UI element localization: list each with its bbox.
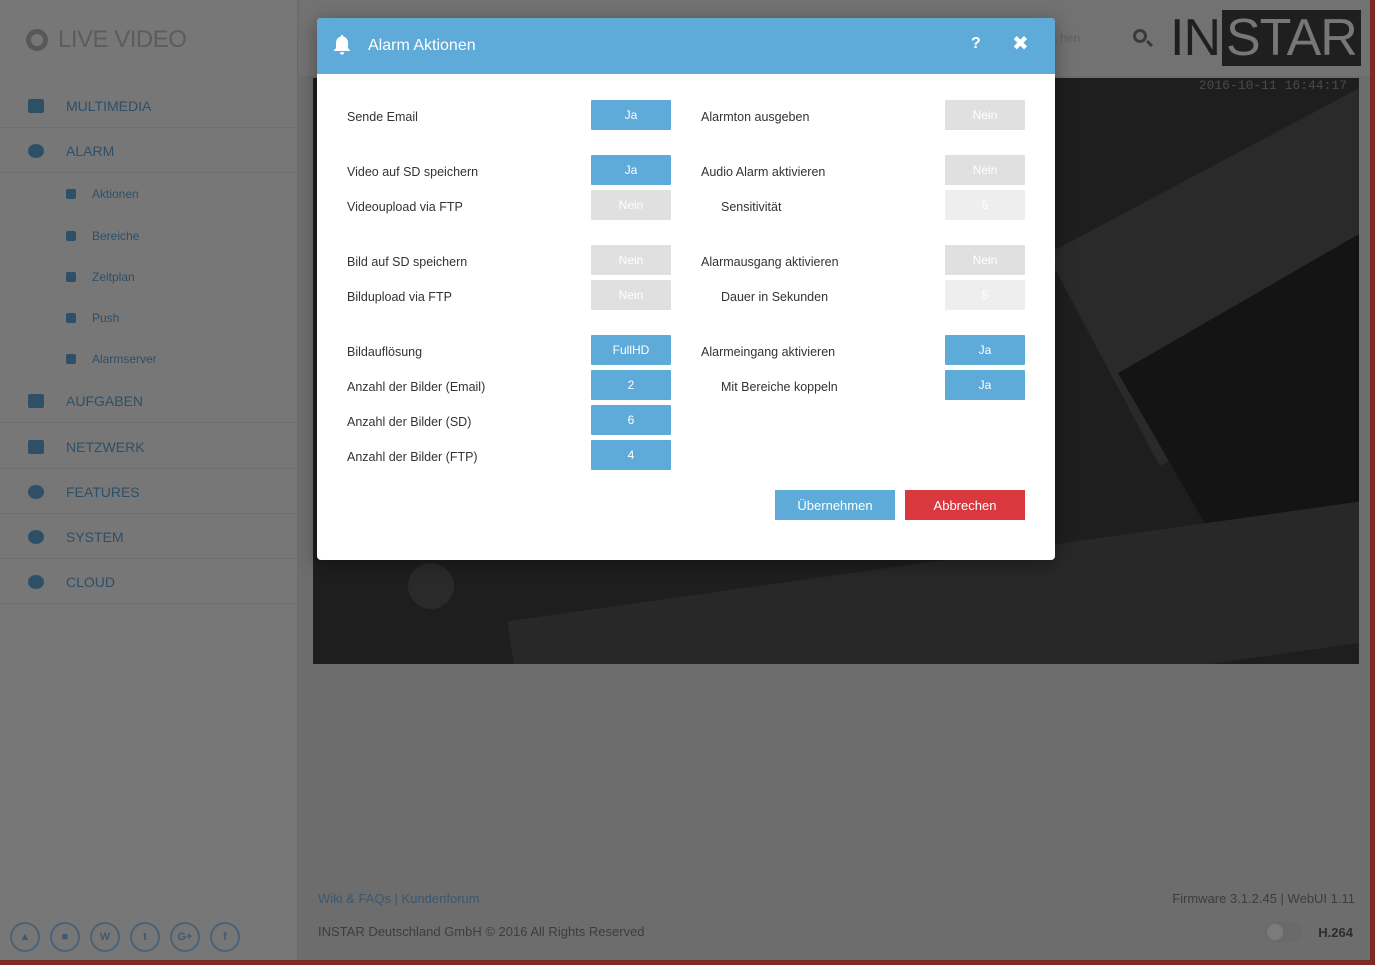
instar-logo: IN STAR <box>1170 10 1361 66</box>
sidebar-subitem-push[interactable]: Push <box>0 298 298 338</box>
codec-toggle[interactable] <box>1265 922 1303 942</box>
send-email-toggle[interactable]: Ja <box>591 100 671 130</box>
alarm-tone-label: Alarmton ausgeben <box>701 110 810 124</box>
sidebar-item-label: SYSTEM <box>66 528 124 545</box>
video-ftp-toggle[interactable]: Nein <box>591 190 671 220</box>
sidebar-subitem-aktionen[interactable]: Aktionen <box>0 174 298 214</box>
sidebar-subitem-bereiche[interactable]: Bereiche <box>0 216 298 256</box>
sidebar-subitem-label: Alarmserver <box>92 352 157 366</box>
logo-left: IN <box>1170 9 1221 67</box>
grid-icon <box>66 231 76 241</box>
bell-icon <box>333 35 351 55</box>
sidebar-item-cloud[interactable]: CLOUD <box>0 560 298 604</box>
help-icon[interactable]: ? <box>971 35 981 53</box>
couple-areas-label: Mit Bereiche koppeln <box>721 380 838 394</box>
brand[interactable]: LIVE VIDEO <box>26 26 187 54</box>
send-email-label: Sende Email <box>347 110 418 124</box>
server-icon <box>66 354 76 364</box>
codec-label: H.264 <box>1318 925 1353 940</box>
sidebar: LIVE VIDEO MULTIMEDIA ALARM Aktionen Ber… <box>0 0 298 960</box>
footer-copyright: INSTAR Deutschland GmbH © 2016 All Right… <box>318 924 645 939</box>
image-ftp-toggle[interactable]: Nein <box>591 280 671 310</box>
sidebar-item-aufgaben[interactable]: AUFGABEN <box>0 379 298 423</box>
calendar-icon <box>66 272 76 282</box>
audio-alarm-label: Audio Alarm aktivieren <box>701 165 826 179</box>
google-plus-icon[interactable]: G+ <box>170 922 200 952</box>
video-sd-label: Video auf SD speichern <box>347 165 479 179</box>
sidebar-subitem-label: Push <box>92 311 120 325</box>
network-icon <box>28 439 44 454</box>
sidebar-item-netzwerk[interactable]: NETZWERK <box>0 425 298 469</box>
dialog-header: Alarm Aktionen ? ✖ <box>317 18 1055 74</box>
video-ftp-label: Videoupload via FTP <box>347 200 463 214</box>
sidebar-item-label: MULTIMEDIA <box>66 97 152 114</box>
video-timestamp: 2016-10-11 16:44:17 <box>1198 78 1347 93</box>
sidebar-item-label: CLOUD <box>66 573 116 590</box>
play-icon[interactable] <box>408 563 454 609</box>
sensitivity-label: Sensitivität <box>721 200 782 214</box>
logo-right: STAR <box>1222 10 1361 66</box>
count-ftp-label: Anzahl der Bilder (FTP) <box>347 450 478 464</box>
video-sd-toggle[interactable]: Ja <box>591 155 671 185</box>
alarm-output-toggle[interactable]: Nein <box>945 245 1025 275</box>
count-ftp-select[interactable]: 4 <box>591 440 671 470</box>
star-icon <box>28 484 44 499</box>
tasks-icon <box>28 393 44 408</box>
alarm-output-label: Alarmausgang aktivieren <box>701 255 839 269</box>
topbar-hint: hen <box>1060 31 1081 45</box>
bell-icon <box>66 189 76 199</box>
brand-label: LIVE VIDEO <box>58 26 187 53</box>
sidebar-item-label: AUFGABEN <box>66 392 144 409</box>
wiki-icon[interactable]: W <box>90 922 120 952</box>
count-sd-label: Anzahl der Bilder (SD) <box>347 415 472 429</box>
alarm-input-label: Alarmeingang aktivieren <box>701 345 836 359</box>
gear-icon <box>28 529 44 544</box>
firmware-info: Firmware 3.1.2.45 | WebUI 1.11 <box>1172 891 1355 906</box>
sidebar-item-label: FEATURES <box>66 483 140 500</box>
image-icon <box>28 98 44 113</box>
sidebar-item-alarm[interactable]: ALARM <box>0 129 298 173</box>
alarm-actions-dialog: Alarm Aktionen ? ✖ Sende Email Ja Video … <box>317 18 1055 560</box>
cloud-icon <box>28 574 44 589</box>
bell-icon <box>28 143 44 158</box>
sensitivity-field[interactable]: 5 <box>945 190 1025 220</box>
sidebar-subitem-label: Aktionen <box>92 187 139 201</box>
sidebar-item-system[interactable]: SYSTEM <box>0 515 298 559</box>
sidebar-item-multimedia[interactable]: MULTIMEDIA <box>0 84 298 128</box>
sidebar-item-label: NETZWERK <box>66 438 145 455</box>
count-email-select[interactable]: 2 <box>591 370 671 400</box>
audio-alarm-toggle[interactable]: Nein <box>945 155 1025 185</box>
count-sd-select[interactable]: 6 <box>591 405 671 435</box>
duration-field[interactable]: 5 <box>945 280 1025 310</box>
phone-icon <box>66 313 76 323</box>
count-email-label: Anzahl der Bilder (Email) <box>347 380 486 394</box>
sidebar-subitem-alarmserver[interactable]: Alarmserver <box>0 339 298 379</box>
sidebar-subitem-label: Bereiche <box>92 229 140 243</box>
duration-label: Dauer in Sekunden <box>721 290 829 304</box>
live-video-icon <box>26 29 48 51</box>
sidebar-item-features[interactable]: FEATURES <box>0 470 298 514</box>
alarm-input-toggle[interactable]: Ja <box>945 335 1025 365</box>
sidebar-subitem-zeitplan[interactable]: Zeitplan <box>0 257 298 297</box>
dialog-title: Alarm Aktionen <box>368 37 476 54</box>
youtube-icon[interactable]: ■ <box>50 922 80 952</box>
resolution-label: Bildauflösung <box>347 345 423 359</box>
resolution-select[interactable]: FullHD <box>591 335 671 365</box>
facebook-icon[interactable]: f <box>210 922 240 952</box>
image-ftp-label: Bildupload via FTP <box>347 290 452 304</box>
twitter-icon[interactable]: t <box>130 922 160 952</box>
image-sd-label: Bild auf SD speichern <box>347 255 468 269</box>
couple-areas-toggle[interactable]: Ja <box>945 370 1025 400</box>
cancel-button[interactable]: Abbrechen <box>905 490 1025 520</box>
search-icon[interactable] <box>1133 29 1147 43</box>
sidebar-subitem-label: Zeitplan <box>92 270 135 284</box>
instar-social-icon[interactable]: ▲ <box>10 922 40 952</box>
apply-button[interactable]: Übernehmen <box>775 490 895 520</box>
image-sd-toggle[interactable]: Nein <box>591 245 671 275</box>
footer-links[interactable]: Wiki & FAQs | Kundenforum <box>318 891 480 906</box>
alarm-tone-toggle[interactable]: Nein <box>945 100 1025 130</box>
close-icon[interactable]: ✖ <box>1012 32 1029 56</box>
sidebar-item-label: ALARM <box>66 142 115 159</box>
